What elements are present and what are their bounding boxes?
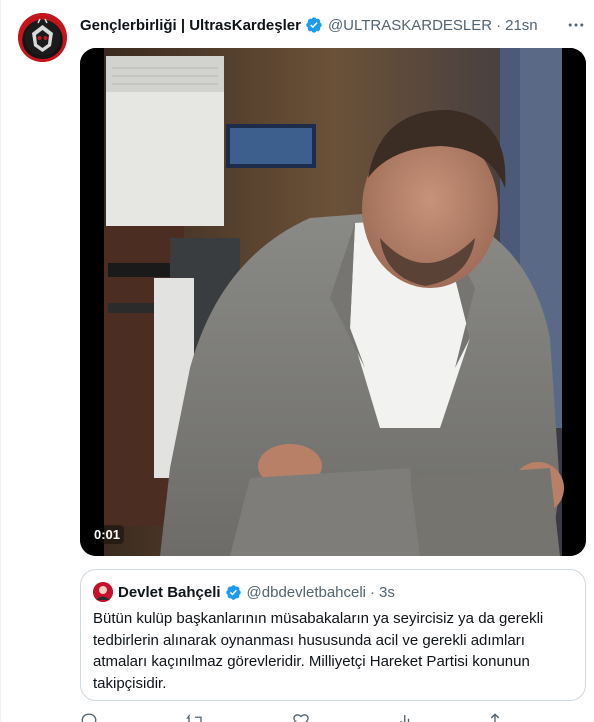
video-player[interactable]: 0:01	[80, 48, 586, 556]
quoted-handle[interactable]: @dbdevletbahceli	[247, 584, 366, 601]
verified-badge-icon	[306, 17, 322, 33]
display-name[interactable]: Gençlerbirliği | UltrasKardeşler	[80, 17, 301, 34]
quoted-tweet-text: Bütün kulüp başkanlarının müsabakaların …	[93, 610, 544, 692]
like-icon[interactable]	[292, 710, 310, 722]
tweet-header: Gençlerbirliği | UltrasKardeşler @ULTRAS…	[80, 14, 538, 36]
timeline-border	[0, 0, 1, 722]
more-options-icon[interactable]	[566, 15, 586, 35]
quoted-timestamp[interactable]: 3s	[379, 584, 395, 601]
share-icon[interactable]	[486, 710, 504, 722]
quoted-tweet-header: Devlet Bahçeli @dbdevletbahceli · 3s	[93, 582, 395, 602]
reply-icon[interactable]	[80, 710, 98, 722]
quoted-avatar[interactable]	[93, 582, 113, 602]
separator-dot: ·	[496, 16, 502, 34]
retweet-icon[interactable]	[186, 710, 204, 722]
tweet[interactable]: Gençlerbirliği | UltrasKardeşler @ULTRAS…	[0, 0, 594, 722]
quoted-verified-badge-icon	[225, 584, 241, 600]
video-timestamp: 0:01	[90, 525, 125, 544]
quoted-display-name[interactable]: Devlet Bahçeli	[118, 584, 221, 601]
views-icon[interactable]	[398, 710, 416, 722]
handle[interactable]: @ULTRASKARDESLER	[328, 17, 492, 34]
quoted-separator-dot: ·	[370, 583, 376, 601]
action-bar	[80, 710, 586, 722]
quoted-tweet[interactable]: Devlet Bahçeli @dbdevletbahceli · 3s Büt…	[80, 569, 586, 701]
video-frame	[80, 48, 586, 556]
timestamp-link[interactable]: 21sn	[505, 17, 538, 34]
club-crest-avatar[interactable]	[18, 13, 67, 62]
